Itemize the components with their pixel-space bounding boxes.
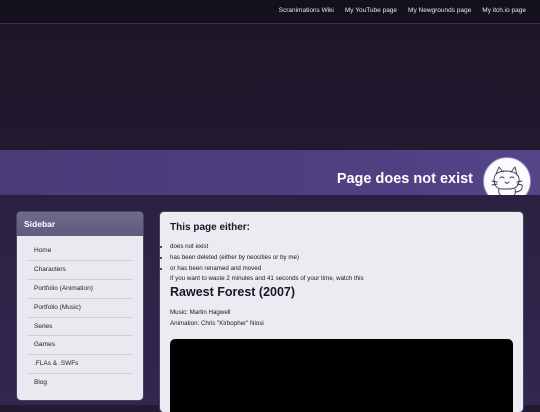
nav-link-newgrounds[interactable]: My Newgrounds page: [408, 7, 471, 14]
top-nav: Scranimations Wiki My YouTube page My Ne…: [0, 0, 540, 24]
animation-credit: Animation: Chris "Kirbopher" Niosi: [170, 320, 264, 327]
nav-link-youtube[interactable]: My YouTube page: [345, 7, 397, 14]
nav-link-scranimations-wiki[interactable]: Scranimations Wiki: [279, 7, 334, 14]
reason-list: does not exist has been deleted (either …: [162, 241, 299, 274]
content-heading: This page either:: [170, 222, 251, 233]
sidebar-item-blog[interactable]: Blog: [27, 374, 133, 392]
sidebar-menu: Home Characters Portfolio (Animation) Po…: [17, 236, 143, 392]
page-title: Page does not exist: [336, 171, 473, 187]
sidebar-item-home[interactable]: Home: [27, 242, 133, 261]
video-intro-text: If you want to waste 2 minutes and 41 se…: [170, 275, 364, 282]
sidebar-item-games[interactable]: Games: [27, 336, 133, 356]
reason-item: or has been renamed and moved: [170, 263, 299, 274]
video-title: Rawest Forest (2007): [170, 285, 296, 299]
header-band: [0, 24, 540, 150]
main-content: This page either: does not exist has bee…: [160, 212, 523, 412]
sidebar-item-portfolio-music[interactable]: Portfolio (Music): [27, 299, 133, 318]
sidebar-item-flas-swfs[interactable]: .FLAs & .SWFs: [27, 355, 133, 375]
reason-item: does not exist: [170, 241, 299, 252]
sidebar-title: Sidebar: [17, 212, 143, 236]
reason-item: has been deleted (either by neocities or…: [170, 252, 299, 263]
sidebar-item-portfolio-animation[interactable]: Portfolio (Animation): [27, 280, 133, 299]
video-player[interactable]: [170, 339, 513, 412]
music-credit: Music: Martin Hagwell: [170, 309, 231, 316]
nav-links: Scranimations Wiki My YouTube page My Ne…: [279, 7, 526, 14]
sidebar-item-series[interactable]: Series: [27, 318, 133, 337]
nav-link-itchio[interactable]: My itch.io page: [482, 7, 526, 14]
sidebar-item-characters[interactable]: Characters: [27, 261, 133, 280]
sidebar: Sidebar Home Characters Portfolio (Anima…: [17, 212, 143, 400]
